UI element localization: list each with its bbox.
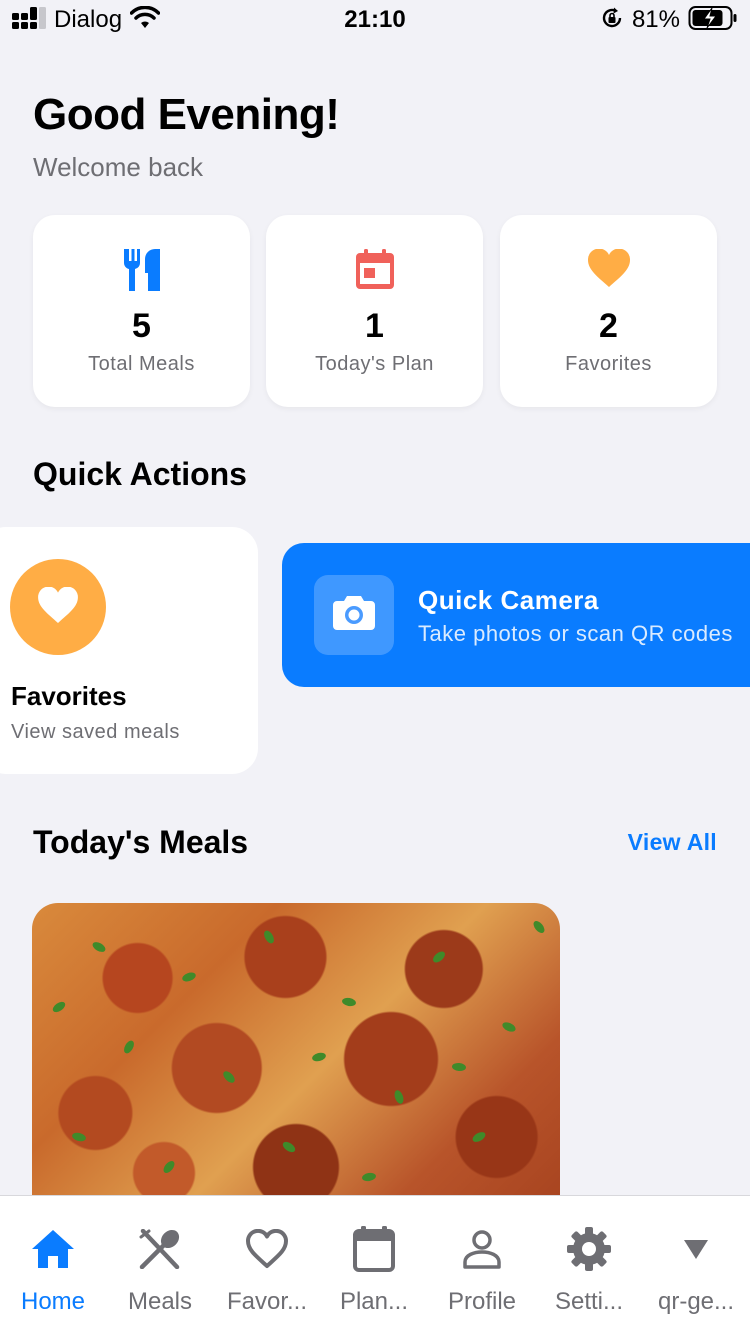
status-bar: Dialog 21:10 81% bbox=[0, 0, 750, 40]
stat-label: Total Meals bbox=[88, 353, 195, 375]
quick-camera-action-card[interactable]: Quick Camera Take photos or scan QR code… bbox=[282, 543, 750, 687]
tab-profile[interactable]: Profile bbox=[428, 1196, 536, 1334]
stat-card-total-meals[interactable]: 5 Total Meals bbox=[33, 215, 250, 407]
tab-favorites[interactable]: Favor... bbox=[213, 1196, 321, 1334]
quick-camera-title: Quick Camera bbox=[418, 585, 599, 615]
favorites-action-card[interactable]: Favorites View saved meals bbox=[0, 527, 258, 774]
welcome-subtitle: Welcome back bbox=[33, 152, 204, 182]
tab-label: Profile bbox=[447, 1288, 517, 1315]
person-icon bbox=[428, 1226, 536, 1272]
stat-value: 5 bbox=[132, 307, 151, 345]
tab-label: Setti... bbox=[554, 1288, 624, 1315]
fork-spoon-icon bbox=[106, 1226, 214, 1272]
tab-label: qr-ge... bbox=[657, 1288, 735, 1315]
meal-card-image[interactable] bbox=[32, 903, 560, 1203]
stat-label: Today's Plan bbox=[315, 353, 434, 375]
bottom-tab-bar: Home Meals Favor... Plan... Profile Sett… bbox=[0, 1195, 750, 1334]
heart-icon bbox=[500, 249, 717, 291]
tab-qr-generator[interactable]: qr-ge... bbox=[642, 1196, 750, 1334]
tab-meals[interactable]: Meals bbox=[106, 1196, 214, 1334]
triangle-down-icon bbox=[642, 1226, 750, 1272]
tab-label: Home bbox=[20, 1288, 86, 1315]
todays-meals-title: Today's Meals bbox=[33, 824, 249, 860]
stat-card-favorites[interactable]: 2 Favorites bbox=[500, 215, 717, 407]
stat-card-todays-plan[interactable]: 1 Today's Plan bbox=[266, 215, 483, 407]
tab-home[interactable]: Home bbox=[0, 1196, 107, 1334]
favorites-action-title: Favorites bbox=[11, 681, 127, 711]
tab-label: Favor... bbox=[226, 1288, 308, 1315]
greeting-title: Good Evening! bbox=[33, 90, 340, 139]
battery-percent: 81% bbox=[631, 6, 680, 33]
camera-icon-box bbox=[314, 575, 394, 655]
favorites-action-subtitle: View saved meals bbox=[11, 721, 180, 743]
calendar-outline-icon bbox=[320, 1226, 428, 1272]
stat-value: 2 bbox=[599, 307, 618, 345]
heart-outline-icon bbox=[213, 1226, 321, 1272]
heart-icon bbox=[38, 586, 78, 628]
orientation-lock-icon bbox=[600, 6, 624, 35]
status-right: 81% bbox=[600, 5, 738, 36]
view-all-link[interactable]: View All bbox=[628, 829, 717, 856]
battery-charging-icon bbox=[688, 5, 738, 36]
home-icon bbox=[0, 1226, 107, 1272]
tab-label: Plan... bbox=[339, 1288, 409, 1315]
quick-camera-subtitle: Take photos or scan QR codes bbox=[418, 621, 733, 646]
tab-label: Meals bbox=[127, 1288, 193, 1315]
stat-value: 1 bbox=[365, 307, 384, 345]
tab-settings[interactable]: Setti... bbox=[535, 1196, 643, 1334]
gear-icon bbox=[535, 1226, 643, 1272]
utensils-icon bbox=[33, 249, 250, 291]
favorites-circle bbox=[10, 559, 106, 655]
quick-actions-title: Quick Actions bbox=[33, 456, 247, 492]
calendar-icon bbox=[266, 249, 483, 291]
camera-icon bbox=[333, 595, 375, 635]
tab-planner[interactable]: Plan... bbox=[320, 1196, 428, 1334]
stat-label: Favorites bbox=[565, 353, 652, 375]
